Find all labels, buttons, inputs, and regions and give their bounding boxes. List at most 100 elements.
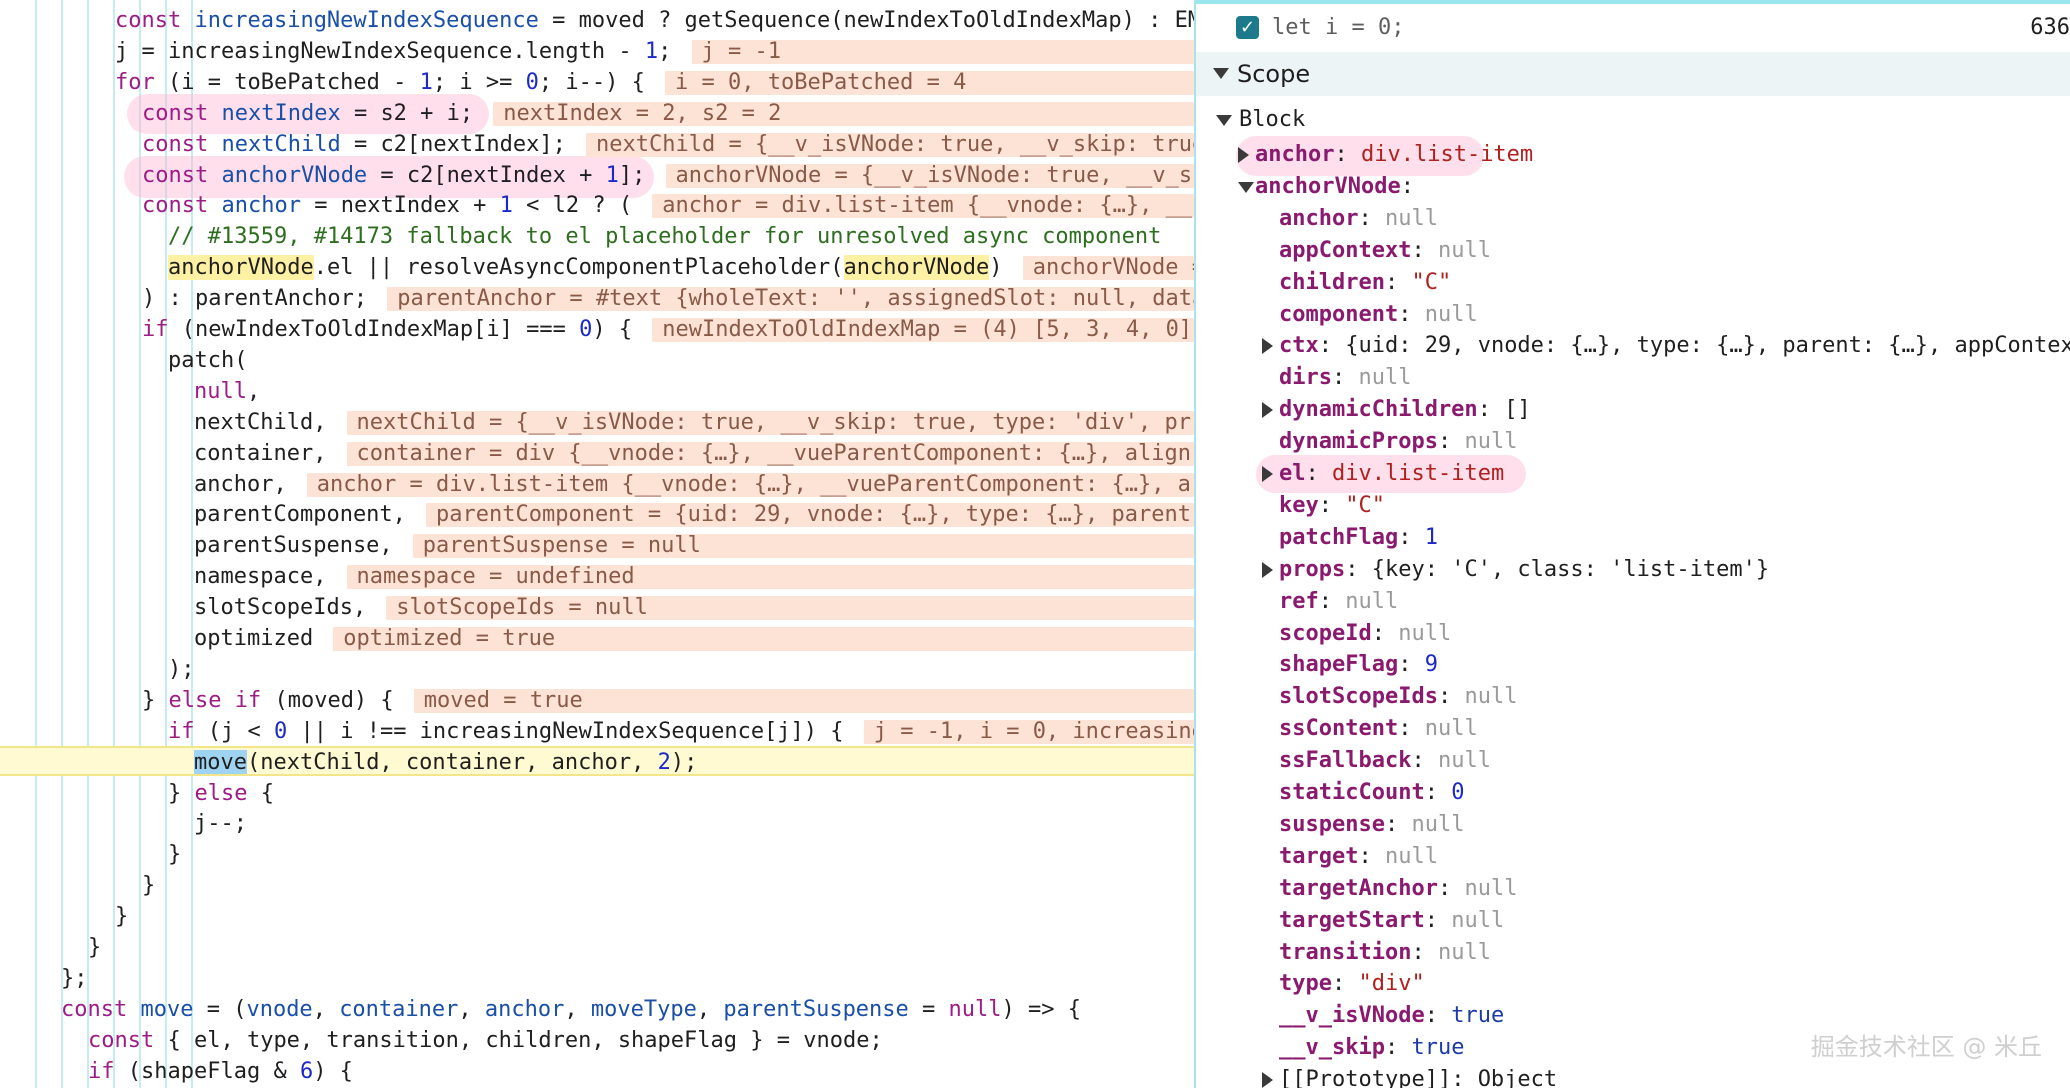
code-line[interactable]: for (i = toBePatched - 1; i >= 0; i--) {… bbox=[0, 68, 1194, 98]
chevron-down-icon[interactable] bbox=[1213, 68, 1229, 79]
block-scope-header[interactable]: Block bbox=[1196, 104, 2070, 136]
code-text: const anchorVNode = c2[nextIndex + 1]; bbox=[142, 161, 645, 191]
code-line[interactable]: }; bbox=[0, 964, 1194, 994]
code-text: namespace, bbox=[194, 562, 326, 592]
code-line[interactable]: j = increasingNewIndexSequence.length - … bbox=[0, 37, 1194, 67]
code-line[interactable]: null, bbox=[0, 377, 1194, 407]
scope-property-row[interactable]: patchFlag: 1 bbox=[1196, 522, 2070, 554]
scope-property-row[interactable]: ctx: {uid: 29, vnode: {…}, type: {…}, pa… bbox=[1196, 330, 2070, 362]
code-token: nextChild bbox=[221, 131, 341, 157]
watch-expression-row[interactable]: ✓ let i = 0; 636 bbox=[1196, 8, 2070, 48]
scope-property-row[interactable]: anchorVNode: bbox=[1196, 171, 2070, 203]
scope-property-row[interactable]: targetStart: null bbox=[1196, 905, 2070, 937]
scope-property-row[interactable]: scopeId: null bbox=[1196, 618, 2070, 650]
code-line[interactable]: const nextIndex = s2 + i; nextIndex = 2, … bbox=[0, 99, 1194, 129]
scope-property-row[interactable]: suspense: null bbox=[1196, 809, 2070, 841]
scope-property-row[interactable]: transition: null bbox=[1196, 937, 2070, 969]
property-key: anchorVNode bbox=[1255, 173, 1401, 199]
code-token: move bbox=[194, 749, 247, 775]
code-line[interactable]: if (newIndexToOldIndexMap[i] === 0) {new… bbox=[0, 315, 1194, 345]
code-line[interactable]: container, container = div {__vnode: {…},… bbox=[0, 439, 1194, 469]
scope-property-row[interactable]: staticCount: 0 bbox=[1196, 777, 2070, 809]
chevron-right-icon[interactable] bbox=[1262, 466, 1273, 482]
scope-property-row[interactable]: props: {key: 'C', class: 'list-item'} bbox=[1196, 554, 2070, 586]
property-key: dynamicProps bbox=[1279, 429, 1438, 455]
scope-property-row[interactable]: dirs: null bbox=[1196, 362, 2070, 394]
code-line[interactable]: const { el, type, transition, children, … bbox=[0, 1026, 1194, 1056]
code-text: anchorVNode.el || resolveAsyncComponentP… bbox=[168, 253, 1002, 283]
code-line[interactable]: const anchor = nextIndex + 1 < l2 ? (anc… bbox=[0, 191, 1194, 221]
code-token: (newIndexToOldIndexMap[i] === bbox=[168, 317, 580, 342]
inline-value-hint: namespace = undefined bbox=[346, 565, 1194, 590]
code-line[interactable]: } bbox=[0, 902, 1194, 932]
code-line[interactable]: } bbox=[0, 933, 1194, 963]
property-separator: : bbox=[1384, 1035, 1412, 1061]
scope-property-row[interactable]: [[Prototype]]: Object bbox=[1196, 1064, 2070, 1088]
chevron-right-icon[interactable] bbox=[1262, 1072, 1273, 1088]
property-value: null bbox=[1345, 588, 1399, 614]
scope-property-row[interactable]: anchor: null bbox=[1196, 203, 2070, 235]
chevron-right-icon[interactable] bbox=[1262, 402, 1273, 419]
code-line[interactable]: } else { bbox=[0, 779, 1194, 809]
scope-property-row[interactable]: ssFallback: null bbox=[1196, 745, 2070, 777]
code-line[interactable]: parentSuspense, parentSuspense = null bbox=[0, 531, 1194, 561]
code-line[interactable]: parentComponent, parentComponent = {uid: … bbox=[0, 500, 1194, 530]
code-line[interactable]: if (shapeFlag & 6) { bbox=[0, 1057, 1194, 1087]
code-line[interactable]: } bbox=[0, 871, 1194, 901]
scope-property-row[interactable]: children: "C" bbox=[1196, 267, 2070, 299]
scope-property-row[interactable]: el: div.list-item bbox=[1196, 458, 2070, 490]
scope-property-row[interactable]: dynamicProps: null bbox=[1196, 426, 2070, 458]
code-line[interactable]: anchorVNode.el || resolveAsyncComponentP… bbox=[0, 253, 1194, 283]
code-line-paused[interactable]: move(nextChild, container, anchor, 2); bbox=[0, 745, 1194, 776]
scope-property-row[interactable]: key: "C" bbox=[1196, 490, 2070, 522]
code-line[interactable]: namespace, namespace = undefined bbox=[0, 562, 1194, 592]
scope-property-row[interactable]: ref: null bbox=[1196, 586, 2070, 618]
code-line[interactable]: const move = (vnode, container, anchor, … bbox=[0, 995, 1194, 1025]
scope-property-row[interactable]: appContext: null bbox=[1196, 235, 2070, 267]
chevron-right-icon[interactable] bbox=[1262, 338, 1273, 355]
code-line[interactable]: optimized optimized = true bbox=[0, 624, 1194, 654]
scope-property-row[interactable]: ssContent: null bbox=[1196, 713, 2070, 745]
code-line[interactable]: j--; bbox=[0, 809, 1194, 839]
code-token: || i !== increasingNewIndexSequence[j]) … bbox=[287, 718, 844, 744]
code-line[interactable]: if (j < 0 || i !== increasingNewIndexSeq… bbox=[0, 717, 1194, 747]
code-line[interactable]: anchor, anchor = div.list-item {__vnode: … bbox=[0, 470, 1194, 500]
code-line[interactable]: ) : parentAnchor; parentAnchor = #text {w… bbox=[0, 284, 1194, 314]
code-text: } bbox=[115, 902, 128, 932]
scope-property-row[interactable]: anchor: div.list-item bbox=[1196, 139, 2070, 171]
chevron-right-icon[interactable] bbox=[1238, 147, 1249, 163]
scope-property-row[interactable]: type: "div" bbox=[1196, 968, 2070, 1000]
code-line[interactable]: const anchorVNode = c2[nextIndex + 1]; an… bbox=[0, 161, 1194, 191]
property-key: dynamicChildren bbox=[1279, 397, 1478, 423]
chevron-down-icon[interactable] bbox=[1216, 115, 1232, 126]
code-line[interactable]: slotScopeIds, slotScopeIds = null bbox=[0, 593, 1194, 623]
code-token: slotScopeIds, bbox=[194, 595, 367, 621]
checkbox-icon[interactable]: ✓ bbox=[1236, 16, 1259, 39]
code-line[interactable]: // #13559, #14173 fallback to el placeho… bbox=[0, 222, 1194, 252]
source-editor[interactable]: const increasingNewIndexSequence = moved… bbox=[0, 0, 1194, 1088]
code-line[interactable]: nextChild, nextChild = {__v_isVNode: true… bbox=[0, 408, 1194, 438]
scope-section-header[interactable]: Scope bbox=[1196, 52, 2070, 96]
code-token: patch( bbox=[168, 347, 248, 373]
code-line[interactable]: ); bbox=[0, 655, 1194, 685]
code-line[interactable]: const nextChild = c2[nextIndex]; nextChil… bbox=[0, 130, 1194, 160]
code-line[interactable]: const increasingNewIndexSequence = moved… bbox=[0, 6, 1194, 36]
chevron-down-icon[interactable] bbox=[1238, 181, 1254, 193]
code-token: (moved) { bbox=[261, 687, 394, 713]
code-token: (j < bbox=[194, 718, 274, 744]
property-key: targetAnchor bbox=[1279, 875, 1438, 901]
scope-property-row[interactable]: target: null bbox=[1196, 841, 2070, 873]
scope-property-row[interactable]: component: null bbox=[1196, 299, 2070, 331]
scope-property-row[interactable]: shapeFlag: 9 bbox=[1196, 649, 2070, 681]
property-key: __v_skip bbox=[1279, 1035, 1385, 1061]
property-separator: : bbox=[1398, 652, 1425, 678]
code-line[interactable]: } bbox=[0, 840, 1194, 870]
property-key: props bbox=[1279, 556, 1346, 582]
code-token: j = increasingNewIndexSequence.length - bbox=[115, 38, 645, 64]
scope-property-row[interactable]: targetAnchor: null bbox=[1196, 873, 2070, 905]
scope-property-row[interactable]: dynamicChildren: [] bbox=[1196, 394, 2070, 426]
code-line[interactable]: } else if (moved) {moved = true bbox=[0, 686, 1194, 716]
chevron-right-icon[interactable] bbox=[1262, 561, 1273, 578]
code-line[interactable]: patch( bbox=[0, 346, 1194, 376]
scope-property-row[interactable]: slotScopeIds: null bbox=[1196, 681, 2070, 713]
